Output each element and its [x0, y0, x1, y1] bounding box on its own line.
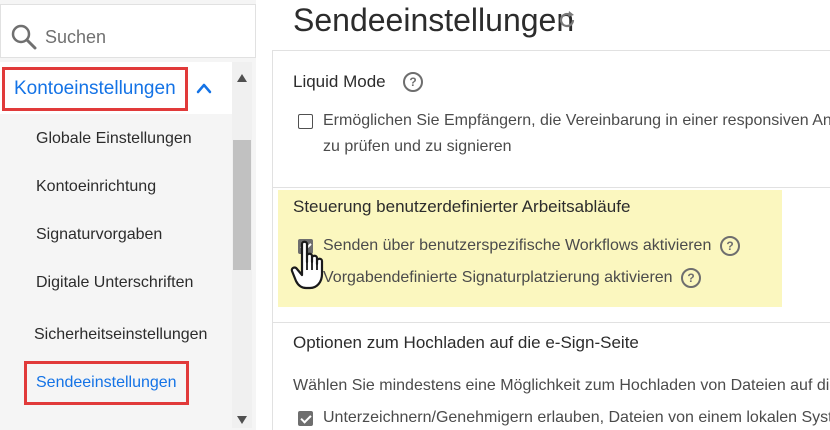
divider: [272, 50, 830, 51]
upload-options-description: Wählen Sie mindestens eine Möglichkeit z…: [293, 377, 830, 394]
sidebar-item-digitale-unterschriften[interactable]: Digitale Unterschriften: [36, 274, 193, 292]
help-icon[interactable]: ?: [720, 236, 740, 256]
local-upload-option-text: Unterzeichnern/Genehmigern erlauben, Dat…: [323, 409, 830, 426]
divider: [272, 322, 830, 323]
sidebar-section-label[interactable]: Kontoeinstellungen: [2, 67, 188, 111]
sidebar-item-sendeeinstellungen[interactable]: Sendeeinstellungen: [24, 361, 189, 405]
search-icon: [11, 24, 37, 55]
scrollbar-thumb[interactable]: [233, 140, 251, 270]
liquid-mode-checkbox[interactable]: [298, 114, 313, 129]
signature-placement-option-text: Vorgabendefinierte Signaturplatzierung a…: [323, 269, 673, 286]
sidebar-item-globale-einstellungen[interactable]: Globale Einstellungen: [36, 130, 192, 148]
sidebar-item-signaturvorgaben[interactable]: Signaturvorgaben: [36, 226, 162, 244]
hand-cursor-icon: [290, 240, 330, 297]
help-icon[interactable]: ?: [681, 268, 701, 288]
liquid-mode-option-text-line2: zu prüfen und zu signieren: [323, 138, 512, 155]
main-content: Sendeeinstellungen Liquid Mode ? Ermögli…: [272, 0, 830, 430]
sidebar-item-sicherheitseinstellungen[interactable]: Sicherheitseinstellungen: [34, 326, 207, 344]
main-left-border: [272, 50, 273, 430]
search-input[interactable]: Suchen: [45, 27, 106, 48]
section-title-liquid-mode: Liquid Mode: [293, 72, 386, 91]
liquid-mode-option-text: Ermöglichen Sie Empfängern, die Vereinba…: [323, 112, 830, 129]
scroll-up-arrow-icon[interactable]: [236, 70, 248, 82]
sidebar: Suchen Kontoeinstellungen Globale Einste…: [0, 0, 256, 430]
section-title-custom-workflows: Steuerung benutzerdefinierter Arbeitsabl…: [293, 197, 631, 216]
sidebar-section-kontoeinstellungen[interactable]: Kontoeinstellungen: [0, 62, 232, 114]
help-icon[interactable]: ?: [403, 72, 423, 92]
sidebar-scrollbar[interactable]: [232, 62, 252, 428]
chevron-up-icon[interactable]: [196, 81, 212, 99]
sidebar-item-kontoeinrichtung[interactable]: Kontoeinrichtung: [36, 178, 156, 196]
custom-workflows-option-text: Senden über benutzerspezifische Workflow…: [323, 237, 712, 254]
refresh-icon[interactable]: [557, 10, 577, 35]
section-title-upload-options: Optionen zum Hochladen auf die e-Sign-Se…: [293, 333, 639, 352]
scroll-down-arrow-icon[interactable]: [236, 412, 248, 424]
local-upload-checkbox[interactable]: [298, 411, 313, 426]
divider: [272, 187, 830, 188]
search-box[interactable]: Suchen: [0, 4, 256, 58]
page-title: Sendeeinstellungen: [293, 2, 575, 38]
